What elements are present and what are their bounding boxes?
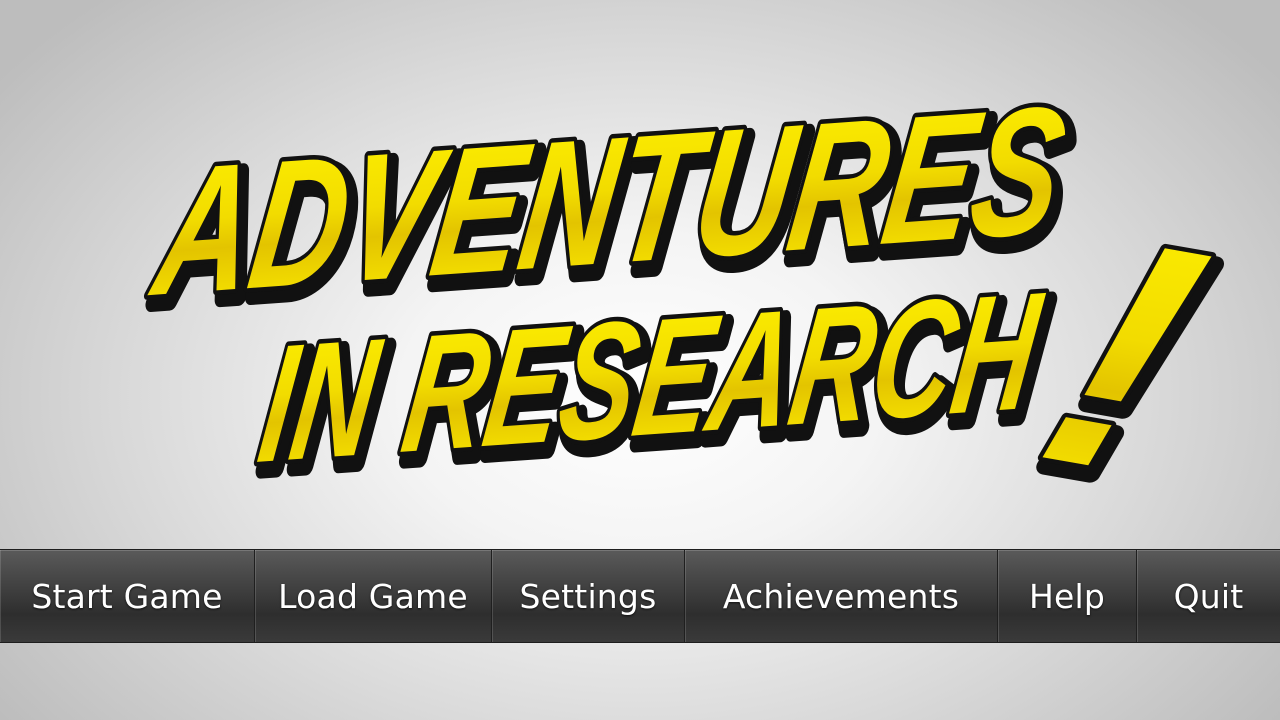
help-button[interactable]: Help — [998, 550, 1137, 642]
quit-button[interactable]: Quit — [1137, 550, 1280, 642]
game-title-logo: ADVENTURES ADVENTURES IN RESEARCH IN RES… — [0, 0, 1280, 540]
achievements-button[interactable]: Achievements — [685, 550, 998, 642]
settings-button[interactable]: Settings — [492, 550, 685, 642]
load-game-button[interactable]: Load Game — [255, 550, 492, 642]
start-game-button[interactable]: Start Game — [0, 550, 255, 642]
title-logo-graphic: ADVENTURES ADVENTURES IN RESEARCH IN RES… — [137, 62, 1254, 540]
main-menu-bar: Start Game Load Game Settings Achievemen… — [0, 549, 1280, 643]
